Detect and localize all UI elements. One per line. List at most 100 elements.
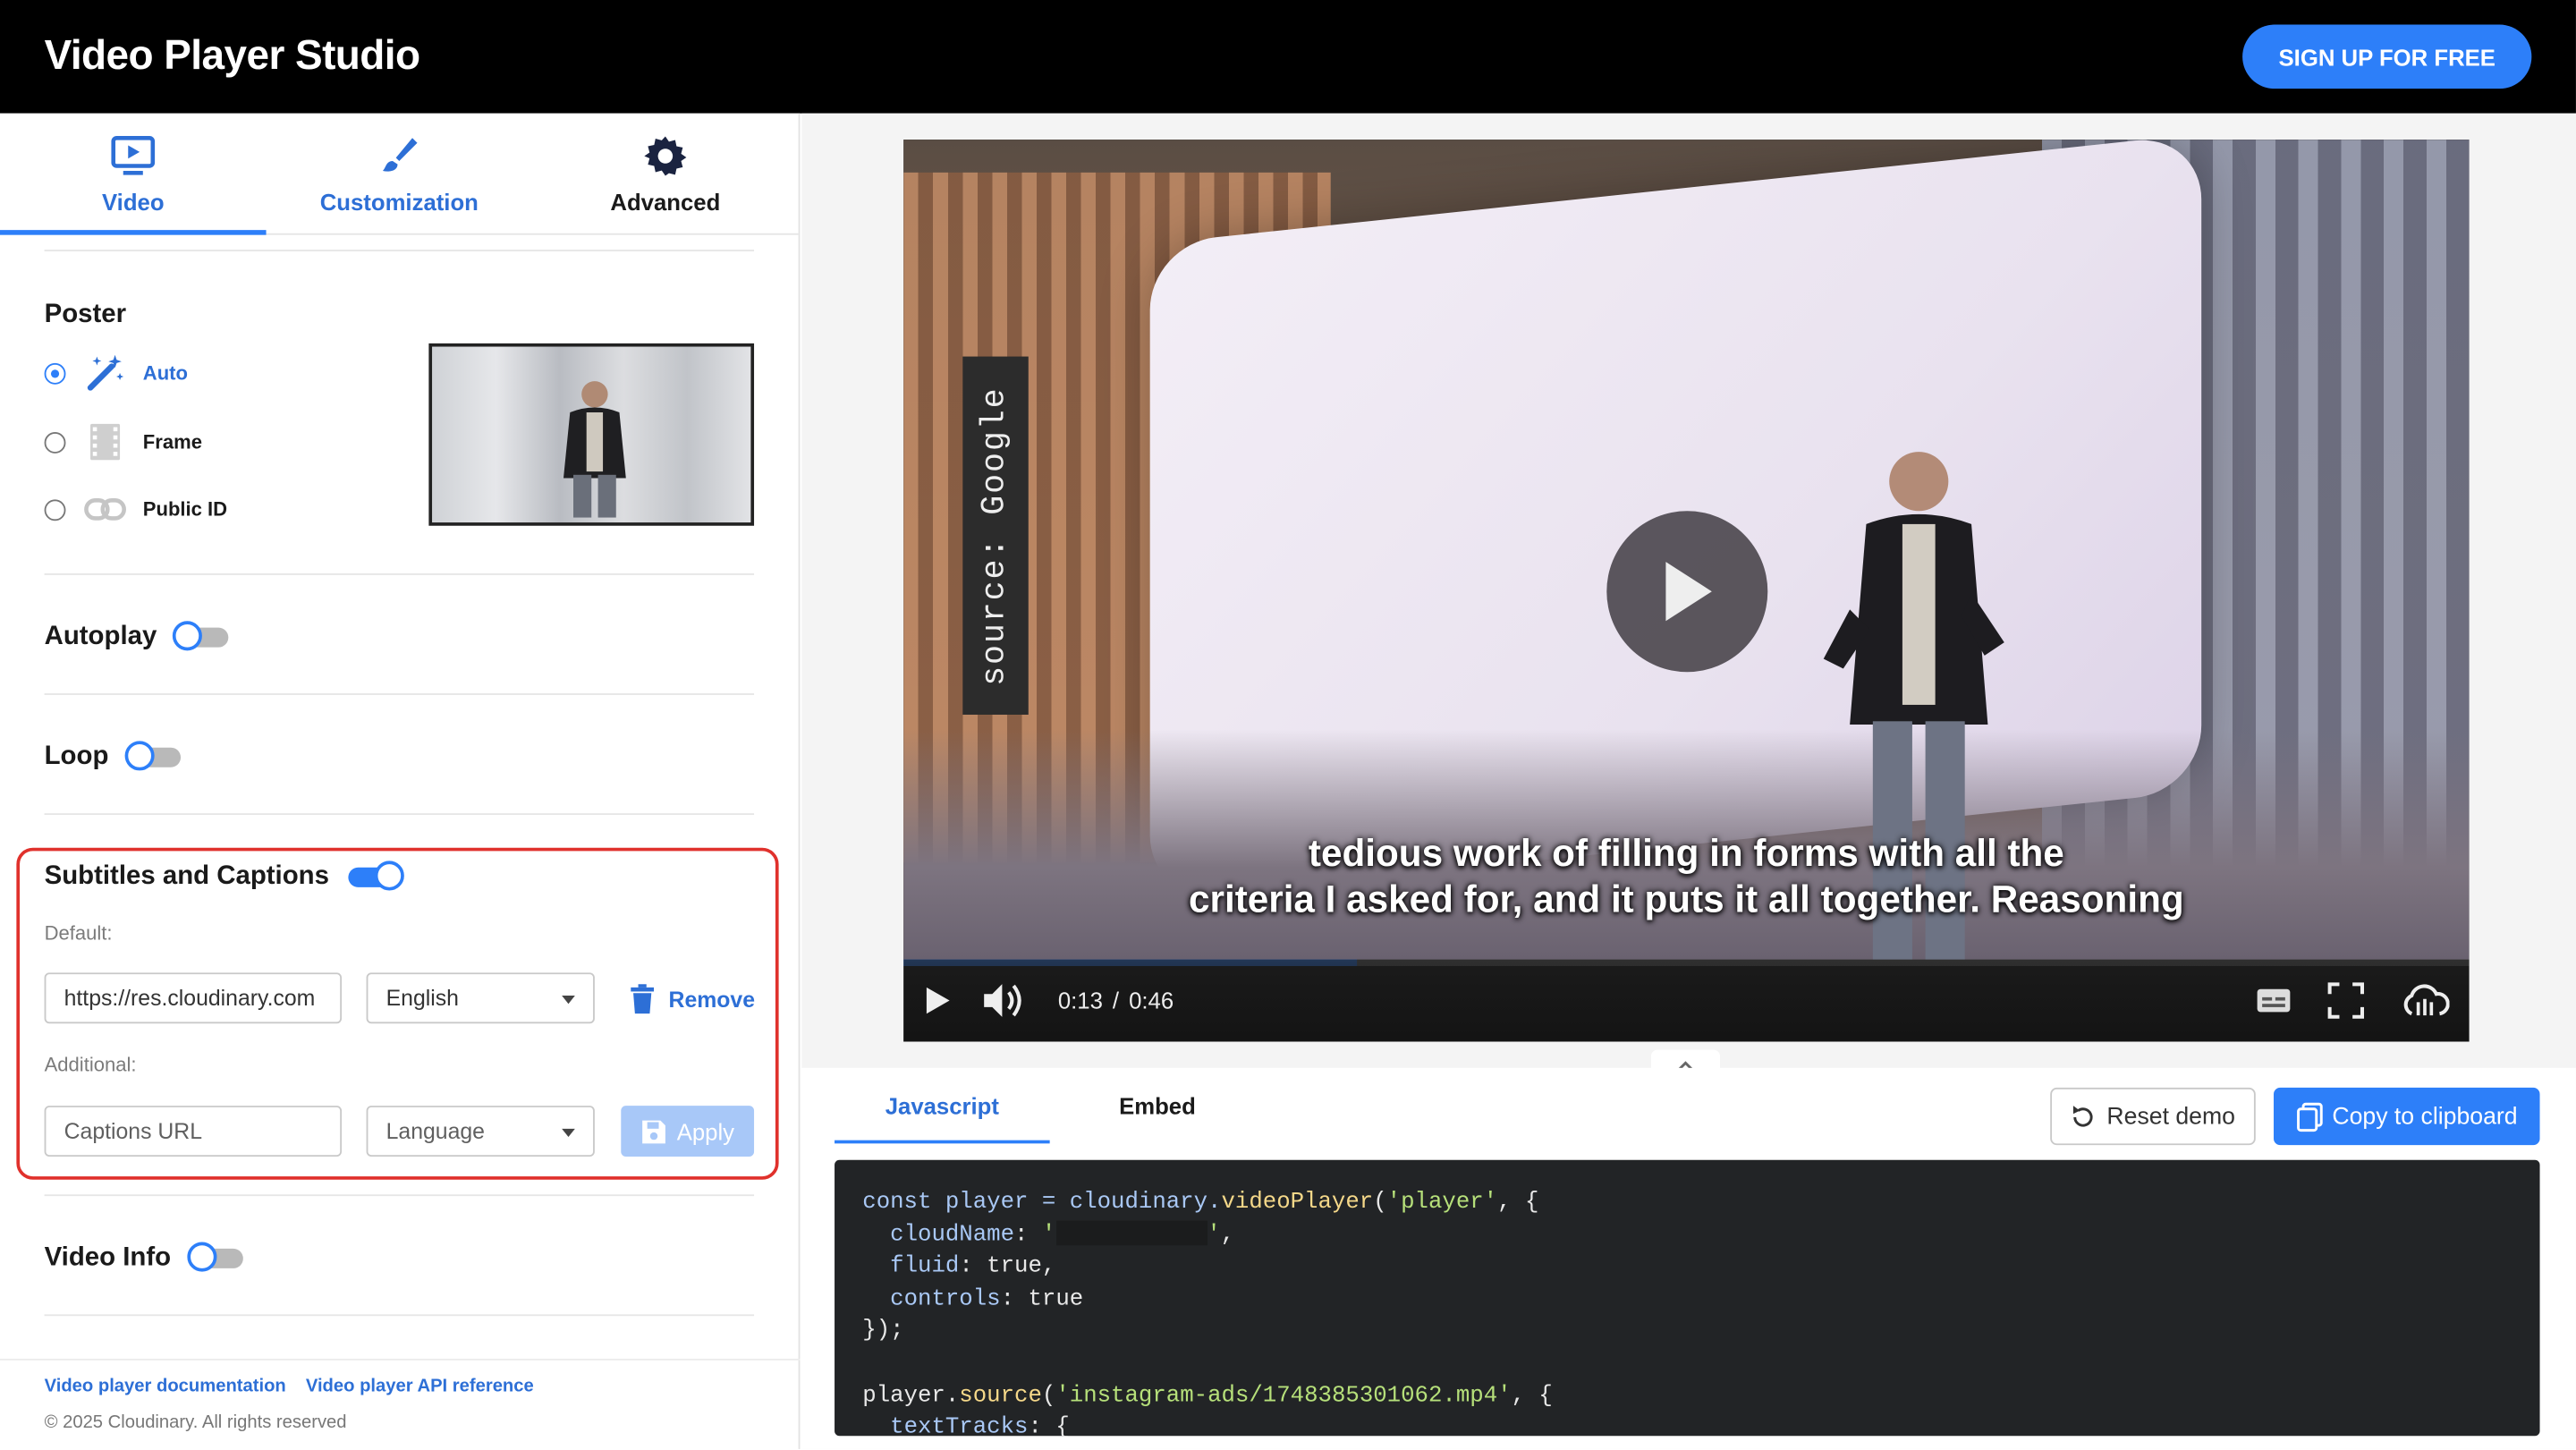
loop-label: Loop: [44, 742, 109, 771]
poster-frame-label: Frame: [142, 430, 202, 454]
docs-link[interactable]: Video player documentation: [45, 1377, 286, 1396]
api-reference-link[interactable]: Video player API reference: [306, 1377, 534, 1396]
poster-option-auto[interactable]: Auto: [44, 354, 188, 391]
code-panel: Javascript Embed Reset demo Copy to clip…: [801, 1067, 2576, 1449]
tab-customization[interactable]: Customization: [267, 114, 533, 233]
caption-text: tedious work of filling in forms with al…: [903, 830, 2469, 922]
poster-public-id-radio[interactable]: [44, 498, 66, 521]
divider: [44, 573, 755, 575]
current-time: 0:13: [1057, 987, 1103, 1014]
reset-demo-button[interactable]: Reset demo: [2050, 1087, 2256, 1146]
duration: 0:46: [1129, 987, 1174, 1014]
language-select[interactable]: Language: [366, 1106, 595, 1157]
code-token: controls: [890, 1285, 1001, 1313]
caption-line-1: tedious work of filling in forms with al…: [1308, 831, 2064, 875]
code-token: : true,: [959, 1253, 1056, 1281]
play-icon[interactable]: [923, 986, 953, 1015]
divider: [44, 1314, 755, 1317]
time-separator: /: [1112, 987, 1120, 1014]
code-token: ': [1041, 1221, 1056, 1249]
captions-label: Subtitles and Captions: [44, 862, 329, 891]
remove-captions-button[interactable]: Remove: [629, 984, 756, 1014]
autoplay-row: Autoplay: [44, 621, 230, 652]
code-token: 'instagram-ads/1748385301062.mp4': [1055, 1382, 1512, 1410]
code-snippet[interactable]: const player = cloudinary.videoPlayer('p…: [835, 1159, 2540, 1437]
code-token: , {: [1511, 1382, 1553, 1410]
controls-right: [2256, 982, 2450, 1019]
film-frame-icon: [84, 423, 127, 461]
copy-to-clipboard-button[interactable]: Copy to clipboard: [2273, 1087, 2540, 1146]
autoplay-label: Autoplay: [44, 623, 157, 651]
poster-public-id-label: Public ID: [142, 497, 228, 521]
copy-icon: [2296, 1101, 2322, 1132]
tab-javascript[interactable]: Javascript: [835, 1068, 1050, 1144]
poster-auto-radio[interactable]: [44, 361, 66, 384]
poster-frame-radio[interactable]: [44, 431, 66, 454]
play-overlay-button[interactable]: [1606, 511, 1768, 673]
code-token: videoPlayer: [1221, 1189, 1374, 1217]
signup-button[interactable]: SIGN UP FOR FREE: [2242, 24, 2532, 89]
tab-customization-label: Customization: [319, 188, 479, 215]
video-info-label: Video Info: [44, 1243, 172, 1272]
app-title: Video Player Studio: [44, 32, 420, 80]
reset-icon: [2073, 1105, 2094, 1126]
captions-row: Subtitles and Captions: [44, 861, 405, 892]
code-token: player.: [862, 1382, 960, 1410]
captions-icon[interactable]: [2256, 988, 2292, 1013]
cloudinary-logo-icon[interactable]: [2400, 984, 2450, 1017]
trash-icon: [631, 984, 655, 1014]
video-info-toggle[interactable]: [187, 1242, 243, 1272]
video-player[interactable]: source: Google tedious work of filling i…: [903, 140, 2470, 1042]
code-token: ,: [1220, 1221, 1235, 1249]
tab-embed[interactable]: Embed: [1050, 1068, 1266, 1143]
code-token: source: [959, 1382, 1042, 1410]
loop-row: Loop: [44, 741, 182, 772]
poster-thumbnail: [428, 343, 755, 526]
volume-icon[interactable]: [982, 982, 1025, 1018]
loop-toggle[interactable]: [124, 741, 182, 771]
autoplay-toggle[interactable]: [173, 621, 230, 651]
apply-captions-button[interactable]: Apply: [621, 1106, 755, 1157]
code-token: textTracks: [890, 1414, 1029, 1437]
captions-additional-label: Additional:: [44, 1053, 137, 1077]
source-watermark: source: Google: [962, 356, 1029, 715]
gear-icon: [644, 135, 687, 175]
poster-option-public-id[interactable]: Public ID: [44, 491, 228, 527]
chevron-down-icon: [562, 996, 575, 1005]
code-token: const player = cloudinary.: [862, 1189, 1222, 1217]
fullscreen-icon[interactable]: [2327, 982, 2365, 1019]
poster-auto-label: Auto: [142, 361, 188, 385]
captions-default-label: Default:: [44, 921, 113, 945]
code-token: (: [1041, 1382, 1056, 1410]
caption-line-2: criteria I asked for, and it puts it all…: [1189, 877, 2184, 920]
footer-links: Video player documentation Video player …: [45, 1377, 534, 1396]
source-watermark-text: source: Google: [976, 386, 1015, 685]
reset-label: Reset demo: [2106, 1103, 2236, 1130]
magic-wand-icon: [84, 354, 127, 391]
video-frame: source: Google tedious work of filling i…: [903, 140, 2470, 960]
code-token: (: [1373, 1189, 1387, 1217]
chevron-down-icon: [562, 1128, 575, 1137]
video-monitor-icon: [111, 135, 156, 174]
copyright-text: © 2025 Cloudinary. All rights reserved: [44, 1412, 347, 1433]
settings-tabs: Video Customization Advanced: [0, 114, 799, 235]
tab-video[interactable]: Video: [0, 114, 267, 235]
video-info-row: Video Info: [44, 1242, 243, 1273]
link-icon: [84, 491, 127, 527]
redacted-cloud-name: [1055, 1221, 1208, 1246]
app-header: Video Player Studio SIGN UP FOR FREE: [0, 0, 2576, 114]
tab-advanced[interactable]: Advanced: [532, 114, 799, 233]
code-token: fluid: [890, 1253, 960, 1281]
save-icon: [642, 1119, 665, 1143]
divider: [44, 693, 755, 695]
default-language-select[interactable]: English: [366, 972, 595, 1024]
copy-label: Copy to clipboard: [2332, 1103, 2518, 1130]
poster-option-frame[interactable]: Frame: [44, 423, 202, 461]
code-token: cloudName: [890, 1221, 1015, 1249]
remove-label: Remove: [668, 986, 756, 1012]
apply-label: Apply: [676, 1117, 735, 1145]
default-captions-url-field[interactable]: https://res.cloudinary.com: [44, 972, 343, 1024]
play-icon: [1665, 562, 1712, 622]
captions-toggle[interactable]: [349, 861, 405, 891]
captions-url-input[interactable]: Captions URL: [44, 1106, 343, 1157]
